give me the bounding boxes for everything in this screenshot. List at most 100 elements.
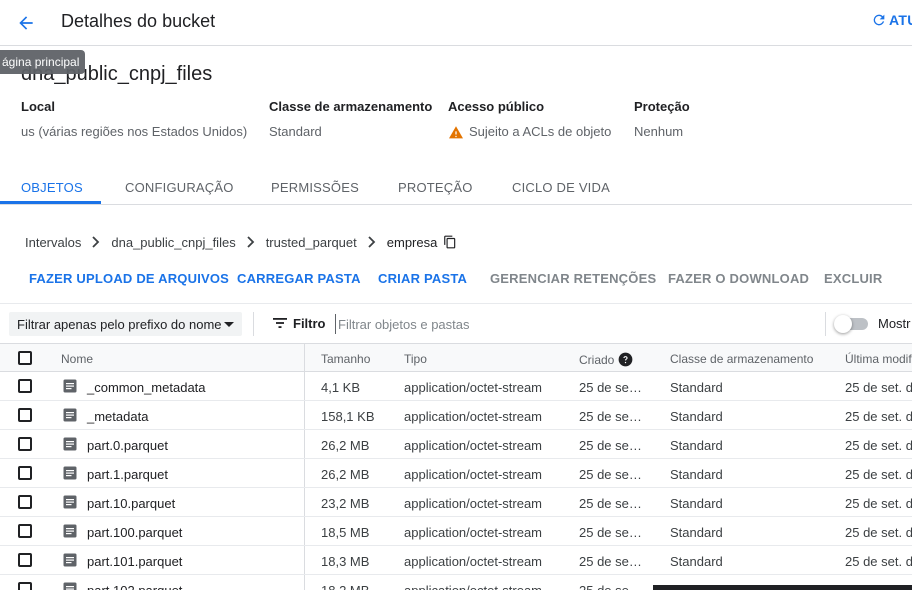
column-header-storage-class[interactable]: Classe de armazenamento [670, 352, 813, 366]
table-row[interactable]: _common_metadata 4,1 KB application/octet-… [0, 372, 912, 401]
table-row[interactable]: part.1.parquet 26,2 MB application/octet-s… [0, 459, 912, 488]
cell-name[interactable]: part.10.parquet [87, 496, 175, 511]
copy-path-button[interactable] [443, 234, 457, 250]
file-icon [63, 408, 77, 427]
show-toggle[interactable] [834, 315, 870, 333]
prefix-filter-select[interactable]: Filtrar apenas pelo prefixo do nome [9, 312, 242, 336]
table-row[interactable]: _metadata 158,1 KB application/octet-strea… [0, 401, 912, 430]
info-label: Classe de armazenamento [269, 99, 433, 114]
tab-permissoes[interactable]: PERMISSÕES [271, 180, 359, 195]
file-icon [63, 495, 77, 514]
refresh-label: ATU [889, 12, 912, 28]
row-checkbox[interactable] [18, 495, 32, 509]
row-checkbox[interactable] [18, 524, 32, 538]
tab-configuracao[interactable]: CONFIGURAÇÃO [125, 180, 234, 195]
row-checkbox[interactable] [18, 466, 32, 480]
cell-type: application/octet-stream [404, 525, 543, 540]
cell-created: 25 de se… [579, 438, 642, 453]
refresh-button[interactable]: ATU [871, 12, 912, 28]
info-value: Standard [269, 124, 322, 139]
row-checkbox[interactable] [18, 408, 32, 422]
breadcrumb-item[interactable]: dna_public_cnpj_files [111, 235, 235, 250]
cell-created: 25 de se… [579, 554, 642, 569]
file-icon [63, 379, 77, 398]
column-header-type[interactable]: Tipo [404, 352, 427, 366]
breadcrumb-item[interactable]: trusted_parquet [266, 235, 357, 250]
info-protection: Proteção Nenhum [634, 99, 690, 139]
table-row[interactable]: part.100.parquet 18,5 MB application/octet… [0, 517, 912, 546]
cell-created: 25 de se… [579, 583, 642, 590]
breadcrumb-item[interactable]: Intervalos [25, 235, 81, 250]
upload-folder-button[interactable]: CARREGAR PASTA [237, 271, 361, 286]
cell-modified: 25 de set. d [845, 496, 912, 511]
delete-button[interactable]: EXCLUIR [824, 271, 882, 286]
download-button[interactable]: FAZER O DOWNLOAD [668, 271, 809, 286]
cell-size: 26,2 MB [321, 467, 370, 482]
tab-protecao[interactable]: PROTEÇÃO [398, 180, 473, 195]
cell-name[interactable]: part.1.parquet [87, 467, 168, 482]
table-header: Nome Tamanho Tipo Criado Classe de armaz… [0, 343, 912, 372]
column-header-modified[interactable]: Última modif [845, 352, 912, 366]
cell-modified: 25 de set. d [845, 409, 912, 424]
create-folder-button[interactable]: CRIAR PASTA [378, 271, 467, 286]
toggle-knob [834, 315, 852, 333]
cell-created: 25 de se… [579, 409, 642, 424]
page-title: Detalhes do bucket [61, 11, 216, 31]
cell-size: 18,2 MB [321, 583, 369, 590]
cell-storage-class: Standard [670, 554, 723, 569]
tooltip: ágina principal [0, 50, 86, 74]
row-checkbox[interactable] [18, 582, 32, 590]
info-label: Proteção [634, 99, 690, 114]
table-row[interactable]: part.10.parquet 23,2 MB application/octet-… [0, 488, 912, 517]
cell-type: application/octet-stream [404, 409, 543, 424]
filter-label: Filtro [293, 316, 326, 331]
cell-modified: 25 de set. d [845, 467, 912, 482]
info-storage-class: Classe de armazenamento Standard [269, 99, 432, 139]
filter-input[interactable] [335, 314, 815, 334]
copy-icon [444, 235, 456, 249]
breadcrumb: Intervalos dna_public_cnpj_files trusted… [25, 234, 457, 250]
cell-name[interactable]: part.0.parquet [87, 438, 168, 453]
cell-storage-class: Standard [670, 525, 723, 540]
cell-name[interactable]: part.100.parquet [87, 525, 182, 540]
tab-ciclo-de-vida[interactable]: CICLO DE VIDA [512, 180, 610, 195]
snackbar [653, 585, 912, 590]
arrow-back-icon [19, 16, 33, 30]
help-icon[interactable] [618, 352, 633, 367]
column-header-created[interactable]: Criado [579, 352, 633, 367]
cell-name[interactable]: part.102.parquet [87, 583, 182, 590]
cell-name[interactable]: part.101.parquet [87, 554, 182, 569]
top-bar: Detalhes do bucket ATU [0, 0, 912, 46]
manage-holds-button[interactable]: GERENCIAR RETENÇÕES [490, 271, 656, 286]
back-button[interactable] [12, 9, 40, 37]
column-header-size[interactable]: Tamanho [321, 352, 370, 366]
dropdown-caret-icon [224, 322, 234, 327]
cell-size: 4,1 KB [321, 380, 361, 395]
table-row[interactable]: part.101.parquet 18,3 MB application/octet… [0, 546, 912, 575]
file-icon [63, 582, 77, 590]
table-row[interactable]: part.0.parquet 26,2 MB application/octet-s… [0, 430, 912, 459]
cell-modified: 25 de set. d [845, 554, 912, 569]
row-checkbox[interactable] [18, 437, 32, 451]
cell-type: application/octet-stream [404, 583, 542, 590]
file-icon [63, 466, 77, 485]
cell-modified: 25 de set. d [845, 525, 912, 540]
cell-name[interactable]: _common_metadata [87, 380, 206, 395]
cell-size: 158,1 KB [321, 409, 375, 424]
prefix-filter-label: Filtrar apenas pelo prefixo do nome [17, 317, 222, 332]
info-value: Sujeito a ACLs de objeto [469, 124, 612, 139]
column-header-created-label: Criado [579, 352, 615, 367]
row-checkbox[interactable] [18, 379, 32, 393]
tab-bar: OBJETOS CONFIGURAÇÃO PERMISSÕES PROTEÇÃO… [0, 170, 912, 205]
cell-type: application/octet-stream [404, 438, 543, 453]
file-icon [63, 524, 77, 543]
info-location: Local us (várias regiões nos Estados Uni… [21, 99, 247, 139]
tab-objetos[interactable]: OBJETOS [21, 180, 83, 195]
upload-files-button[interactable]: FAZER UPLOAD DE ARQUIVOS [29, 271, 229, 286]
divider [253, 312, 254, 336]
select-all-checkbox[interactable] [18, 351, 32, 365]
column-header-name[interactable]: Nome [61, 352, 93, 366]
cell-name[interactable]: _metadata [87, 409, 148, 424]
filter-bar: Filtrar apenas pelo prefixo do nome Filt… [0, 303, 912, 343]
row-checkbox[interactable] [18, 553, 32, 567]
